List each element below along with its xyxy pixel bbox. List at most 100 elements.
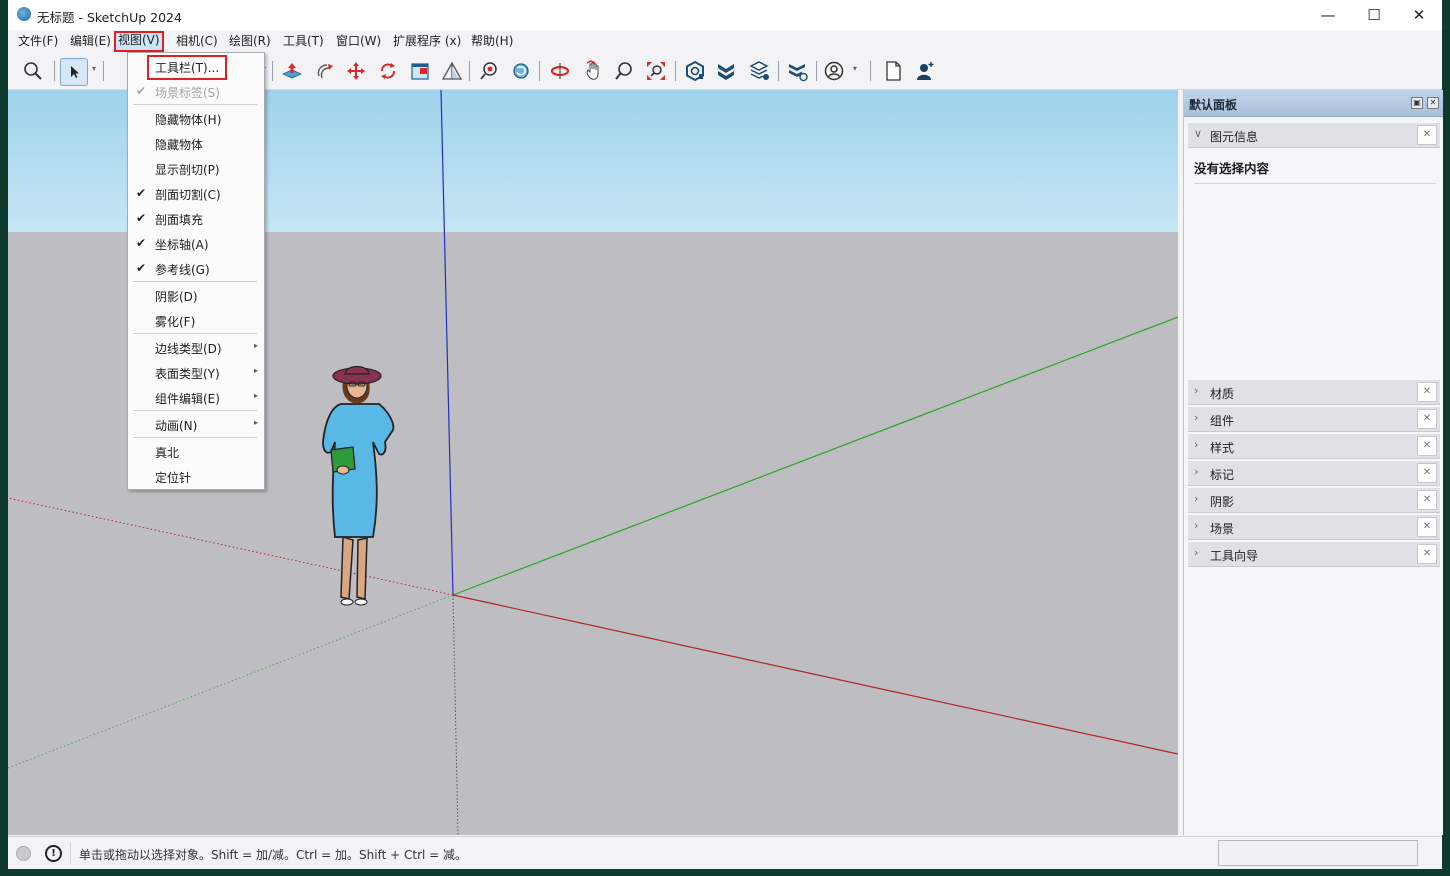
menu-item-axes[interactable]: ✔ 坐标轴(A) [128, 233, 264, 255]
info-icon[interactable]: ! [45, 845, 62, 862]
close-panel-icon[interactable]: ✕ [1417, 490, 1437, 510]
move-icon[interactable] [343, 58, 369, 84]
close-panel-icon[interactable]: ✕ [1417, 382, 1437, 402]
menu-file[interactable]: 文件(F) [16, 33, 60, 50]
checkmark-icon: ✔ [136, 84, 147, 98]
blue-axis-negative [452, 594, 459, 835]
look-around-icon[interactable] [508, 58, 534, 84]
close-panel-icon[interactable]: ✕ [1417, 125, 1437, 145]
panel-instructor[interactable]: › 工具向导 ✕ [1188, 541, 1440, 567]
menu-bar: 文件(F) 编辑(E) 视图(V) 相机(C) 绘图(R) 工具(T) 窗口(W… [8, 30, 1442, 52]
checkmark-icon: ✔ [136, 261, 147, 275]
tray-title: 默认面板 [1189, 98, 1238, 112]
menu-view[interactable]: 视图(V) [114, 31, 164, 52]
account-icon[interactable] [821, 58, 847, 84]
tray-close-button[interactable]: ✕ [1427, 97, 1439, 109]
close-button[interactable]: ✕ [1396, 0, 1442, 30]
menu-draw[interactable]: 绘图(R) [227, 33, 273, 50]
rotate-icon[interactable] [375, 58, 401, 84]
panel-label: 图元信息 [1210, 130, 1259, 144]
measurements-box[interactable] [1218, 840, 1418, 866]
close-panel-icon[interactable]: ✕ [1417, 517, 1437, 537]
toolbar-separator [103, 61, 104, 81]
menu-item-label: 边线类型(D) [155, 342, 222, 356]
zoom-icon[interactable] [20, 58, 46, 84]
menu-item-location-pin[interactable]: 定位针 [128, 466, 264, 488]
submenu-arrow-icon: ▸ [253, 418, 258, 427]
menu-help[interactable]: 帮助(H) [469, 33, 515, 50]
menu-edit[interactable]: 编辑(E) [68, 33, 113, 50]
chevron-down-icon: ∨ [1194, 127, 1203, 140]
panel-materials[interactable]: › 材质 ✕ [1188, 379, 1440, 405]
default-tray: 默认面板 ▣ ✕ ∨ 图元信息 ✕ 没有选择内容 › 材质 ✕ › 组件 ✕ ›… [1183, 90, 1443, 835]
chevron-right-icon: › [1194, 546, 1199, 559]
chevron-right-icon: › [1194, 519, 1199, 532]
menu-item-true-north[interactable]: 真北 [128, 441, 264, 463]
position-camera-icon[interactable] [476, 58, 502, 84]
geolocation-icon[interactable] [16, 846, 31, 861]
select-dropdown-arrow[interactable]: ▾ [92, 64, 96, 73]
close-panel-icon[interactable]: ✕ [1417, 544, 1437, 564]
panel-tags[interactable]: › 标记 ✕ [1188, 460, 1440, 486]
panel-scenes[interactable]: › 场景 ✕ [1188, 514, 1440, 540]
chevron-right-icon: › [1194, 411, 1199, 424]
menu-item-animation[interactable]: 动画(N) ▸ [128, 414, 264, 436]
menu-item-section-planes[interactable]: 显示剖切(P) [128, 158, 264, 180]
menu-item-component-edit[interactable]: 组件编辑(E) ▸ [128, 387, 264, 409]
extension-manager-icon[interactable] [784, 58, 810, 84]
menu-item-shadows[interactable]: 阴影(D) [128, 285, 264, 307]
panel-components[interactable]: › 组件 ✕ [1188, 406, 1440, 432]
account-dropdown-arrow[interactable]: ▾ [853, 64, 857, 73]
submenu-arrow-icon: ▸ [253, 391, 258, 400]
menu-item-guides[interactable]: ✔ 参考线(G) [128, 258, 264, 280]
close-panel-icon[interactable]: ✕ [1417, 409, 1437, 429]
menu-extensions[interactable]: 扩展程序 (x) [391, 33, 463, 50]
panel-entity-info[interactable]: ∨ 图元信息 ✕ [1188, 122, 1440, 148]
submenu-arrow-icon: ▸ [253, 341, 258, 350]
menu-item-face-style[interactable]: 表面类型(Y) ▸ [128, 362, 264, 384]
new-file-icon[interactable] [880, 58, 906, 84]
panel-label: 材质 [1210, 387, 1235, 401]
close-panel-icon[interactable]: ✕ [1417, 463, 1437, 483]
scale-icon[interactable] [407, 58, 433, 84]
menu-item-edge-style[interactable]: 边线类型(D) ▸ [128, 337, 264, 359]
menu-camera[interactable]: 相机(C) [174, 33, 220, 50]
menu-item-hidden-geometry[interactable]: 隐藏物体(H) [128, 108, 264, 130]
menu-item-fog[interactable]: 雾化(F) [128, 310, 264, 332]
menu-item-hidden-objects[interactable]: 隐藏物体 [128, 133, 264, 155]
toolbar-separator [870, 61, 871, 81]
menu-item-label: 场景标签(S) [155, 86, 220, 100]
add-user-icon[interactable] [912, 58, 938, 84]
menu-item-label: 显示剖切(P) [155, 163, 220, 177]
section-plane-icon[interactable] [439, 58, 465, 84]
menu-tools[interactable]: 工具(T) [281, 33, 326, 50]
3d-warehouse-icon[interactable] [682, 58, 708, 84]
zoom-tool-icon[interactable] [611, 58, 637, 84]
menu-item-section-cuts[interactable]: ✔ 剖面切割(C) [128, 183, 264, 205]
menu-item-scene-tabs[interactable]: ✔ 场景标签(S) [128, 81, 264, 103]
checkmark-icon: ✔ [136, 236, 147, 250]
zoom-extents-icon[interactable] [643, 58, 669, 84]
toolbar-separator [675, 61, 676, 81]
panel-shadows[interactable]: › 阴影 ✕ [1188, 487, 1440, 513]
extension-warehouse-icon[interactable] [713, 58, 739, 84]
minimize-button[interactable]: — [1305, 0, 1351, 30]
menu-window[interactable]: 窗口(W) [334, 33, 383, 50]
window-title: 无标题 - SketchUp 2024 [37, 10, 182, 25]
sketchup-logo-icon [17, 7, 31, 21]
menu-separator [133, 410, 257, 411]
maximize-button[interactable]: ☐ [1351, 0, 1397, 30]
tray-pin-button[interactable]: ▣ [1411, 97, 1423, 109]
menu-item-section-fill[interactable]: ✔ 剖面填充 [128, 208, 264, 230]
orbit-icon[interactable] [547, 58, 573, 84]
toolbar-separator [778, 61, 779, 81]
menu-item-label: 参考线(G) [155, 263, 210, 277]
push-pull-icon[interactable] [279, 58, 305, 84]
pan-icon[interactable] [580, 58, 606, 84]
layout-icon[interactable] [746, 58, 772, 84]
follow-me-icon[interactable] [312, 58, 338, 84]
panel-styles[interactable]: › 样式 ✕ [1188, 433, 1440, 459]
close-panel-icon[interactable]: ✕ [1417, 436, 1437, 456]
select-icon[interactable] [60, 58, 88, 86]
menu-item-toolbars[interactable]: 工具栏(T)... [128, 55, 264, 80]
